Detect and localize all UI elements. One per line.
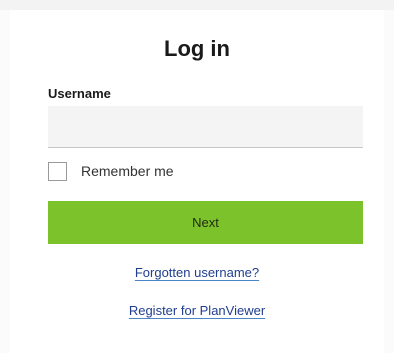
top-border: [0, 0, 394, 10]
login-page: Log in Username Remember me Next Forgott…: [0, 0, 394, 353]
register-link-row: Register for PlanViewer: [0, 303, 394, 318]
forgotten-username-link[interactable]: Forgotten username?: [135, 265, 259, 280]
register-link[interactable]: Register for PlanViewer: [129, 303, 265, 318]
remember-me-checkbox[interactable]: [48, 161, 67, 181]
next-button[interactable]: Next: [48, 201, 363, 244]
page-title: Log in: [164, 36, 230, 61]
username-input[interactable]: [48, 106, 363, 148]
forgotten-username-link-row: Forgotten username?: [0, 265, 394, 280]
username-label: Username: [48, 86, 111, 101]
remember-me-row[interactable]: Remember me: [48, 160, 174, 182]
remember-me-label[interactable]: Remember me: [81, 163, 174, 179]
